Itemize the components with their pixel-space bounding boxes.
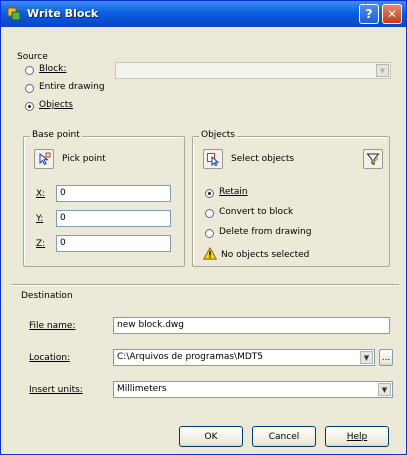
source-group-label: Source [17, 52, 48, 62]
base-point-group: Base point Pick point X: 0 Y: 0 Z: 0 [23, 130, 185, 267]
location-label: Location: [29, 353, 71, 363]
file-name-value: new block.dwg [117, 320, 184, 330]
convert-to-block-radio-label[interactable]: Convert to block [219, 207, 293, 217]
file-name-label: File name: [29, 321, 76, 331]
close-button[interactable]: ✕ [382, 4, 402, 24]
warning-icon [202, 246, 218, 260]
insert-units-value: Millimeters [117, 384, 167, 394]
ok-button[interactable]: OK [179, 426, 243, 447]
y-coordinate-value: 0 [60, 213, 66, 223]
convert-to-block-radio[interactable] [205, 209, 214, 218]
entire-drawing-radio[interactable] [25, 84, 34, 93]
chevron-down-icon[interactable]: ▼ [360, 351, 373, 364]
objects-group-label: Objects [199, 130, 238, 140]
base-point-group-label: Base point [30, 130, 82, 140]
title-bar[interactable]: Write Block ? ✕ [1, 1, 406, 27]
window-title: Write Block [27, 7, 99, 20]
x-label: X: [36, 189, 46, 199]
browse-button[interactable]: ... [379, 349, 393, 366]
delete-from-drawing-radio[interactable] [205, 229, 214, 238]
pick-point-label: Pick point [62, 154, 106, 164]
write-block-dialog: Write Block ? ✕ Source Block: ▼ Entire d… [0, 0, 407, 455]
help-title-button[interactable]: ? [359, 4, 379, 24]
select-objects-icon [207, 153, 220, 166]
pick-point-icon [39, 152, 51, 166]
z-coordinate-value: 0 [60, 238, 66, 248]
retain-radio[interactable] [205, 189, 214, 198]
y-label: Y: [36, 214, 44, 224]
pick-point-button[interactable] [34, 149, 54, 169]
objects-radio-label[interactable]: Objects [39, 100, 73, 110]
block-radio-label[interactable]: Block: [39, 64, 66, 74]
x-coordinate-field[interactable]: 0 [56, 185, 171, 202]
location-value: C:\Arquivos de programas\MDT5 [117, 352, 264, 362]
z-label: Z: [36, 239, 46, 249]
block-name-dropdown: ▼ [115, 62, 391, 79]
destination-group-label: Destination [21, 291, 73, 301]
entire-drawing-radio-label[interactable]: Entire drawing [39, 82, 105, 92]
selection-status-text: No objects selected [221, 250, 310, 260]
retain-radio-label[interactable]: Retain [219, 187, 248, 197]
x-coordinate-value: 0 [60, 188, 66, 198]
y-coordinate-field[interactable]: 0 [56, 210, 171, 227]
chevron-down-icon: ▼ [376, 64, 389, 77]
insert-units-label: Insert units: [29, 385, 83, 395]
source-group: Source Block: ▼ Entire drawing Objects [11, 52, 397, 120]
select-objects-button[interactable] [203, 149, 223, 169]
objects-radio[interactable] [25, 102, 34, 111]
funnel-icon [366, 153, 380, 166]
z-coordinate-field[interactable]: 0 [56, 235, 171, 252]
write-block-app-icon [7, 6, 22, 21]
help-button[interactable]: Help [325, 426, 389, 447]
location-dropdown[interactable]: C:\Arquivos de programas\MDT5 ▼ [113, 349, 375, 366]
objects-group: Objects Select objects Retain Convert to… [192, 130, 390, 267]
delete-from-drawing-radio-label[interactable]: Delete from drawing [219, 227, 311, 237]
quick-select-button[interactable] [363, 149, 383, 169]
chevron-down-icon[interactable]: ▼ [378, 383, 391, 396]
file-name-field[interactable]: new block.dwg [113, 317, 390, 334]
block-radio[interactable] [25, 66, 34, 75]
destination-group: Destination File name: new block.dwg Loc… [11, 291, 399, 409]
section-divider [11, 284, 399, 286]
cancel-button[interactable]: Cancel [252, 426, 316, 447]
select-objects-label: Select objects [231, 154, 295, 164]
insert-units-dropdown[interactable]: Millimeters ▼ [113, 381, 393, 398]
